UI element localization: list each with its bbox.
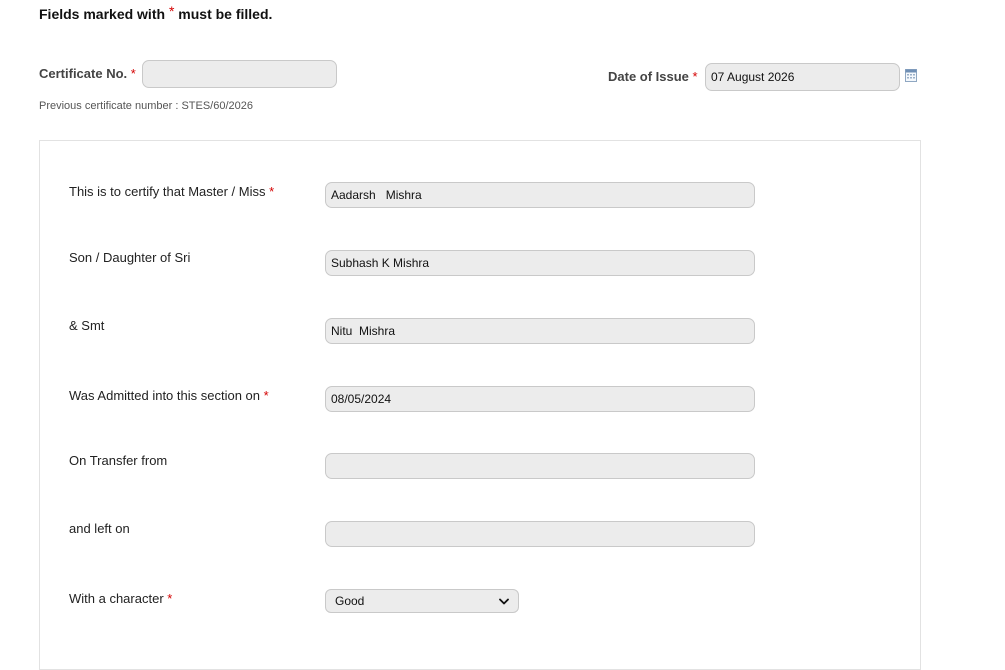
father-name-input[interactable]: Subhash K Mishra [325, 250, 755, 276]
admission-date-input[interactable]: 08/05/2024 [325, 386, 755, 412]
mother-name-label: & Smt [69, 318, 105, 333]
required-star: * [167, 591, 173, 606]
admission-date-label: Was Admitted into this section on * [69, 388, 269, 403]
notice-suffix: must be filled. [178, 6, 273, 22]
transfer-from-input[interactable] [325, 453, 755, 479]
required-star: * [263, 388, 269, 403]
character-label-text: With a character [69, 591, 164, 606]
student-name-input[interactable]: Aadarsh Mishra [325, 182, 755, 208]
certify-name-label-text: This is to certify that Master / Miss [69, 184, 266, 199]
certify-name-label: This is to certify that Master / Miss * [69, 184, 274, 199]
previous-certificate-note: Previous certificate number : STES/60/20… [39, 100, 253, 112]
left-on-label: and left on [69, 521, 130, 536]
character-select[interactable]: Good [325, 589, 519, 613]
required-star: * [130, 66, 136, 81]
left-on-input[interactable] [325, 521, 755, 547]
certificate-no-input[interactable] [142, 60, 337, 88]
transfer-from-label: On Transfer from [69, 453, 168, 468]
date-of-issue-input[interactable]: 07 August 2026 [705, 63, 900, 91]
character-select-value: Good [335, 594, 365, 608]
required-star: * [168, 3, 175, 19]
father-name-label: Son / Daughter of Sri [69, 250, 191, 265]
chevron-down-icon [499, 598, 509, 604]
required-star: * [692, 69, 698, 84]
admission-date-label-text: Was Admitted into this section on [69, 388, 261, 403]
certificate-no-label-text: Certificate No. [39, 66, 128, 81]
mother-name-input[interactable]: Nitu Mishra [325, 318, 755, 344]
calendar-icon[interactable] [905, 69, 917, 82]
required-fields-notice: Fields marked with * must be filled. [39, 3, 273, 22]
notice-prefix: Fields marked with [39, 6, 166, 22]
date-of-issue-label: Date of Issue * [608, 69, 698, 84]
character-label: With a character * [69, 591, 172, 606]
required-star: * [269, 184, 275, 199]
certificate-no-label: Certificate No. * [39, 66, 136, 81]
date-of-issue-label-text: Date of Issue [608, 69, 689, 84]
